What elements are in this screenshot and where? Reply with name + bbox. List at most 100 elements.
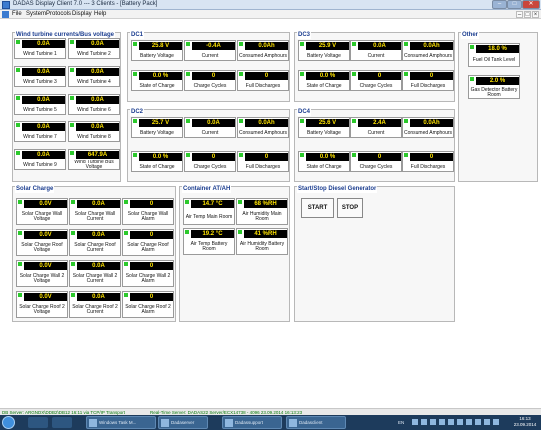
tray-icon[interactable] [457,419,463,425]
value-display: 0 [358,72,401,80]
gauge-label: Gas Detector Battery Room [470,86,518,98]
tray-icon[interactable] [466,419,472,425]
tray-icon[interactable] [421,419,427,425]
fuel-oil-tank-gauge: 18.0 % Fuel Oil Tank Level [468,43,520,67]
wind-turbine-9-gauge: 0.0A Wind Turbine 9 [14,149,66,170]
start-button[interactable] [2,416,15,429]
gauge-label: Wind Turbine 9 [23,161,57,168]
gauge-label: Wind Turbine 8 [77,133,111,140]
menu-protocols[interactable]: Protocols [46,11,71,17]
wind-turbine-8-gauge: 0.0A Wind Turbine 8 [68,121,120,142]
value-display: 0.0A [22,123,65,131]
state-of-charge-gauge: 0.0 % State of Charge [298,70,350,91]
taskbar-task[interactable]: Dadassupport [222,416,282,429]
status-led [70,96,74,100]
status-led [124,262,128,266]
status-led [133,153,137,157]
gauge-label: Battery Voltage [307,129,341,136]
value-display: 0.0A [22,40,65,48]
status-led [238,200,242,204]
status-led [239,72,243,76]
gauge-label: Charge Cycles [359,163,393,170]
clock-date: 23.09.2014 [513,422,537,427]
air-humidity-main-gauge: 68 %RH Air Humidity Main Room [236,198,288,225]
gauge-label: State of Charge [306,82,342,89]
gauge-label: Solar Charge Wall 2 Alarm [125,273,171,284]
battery-voltage-gauge: 25.6 V Battery Voltage [298,117,350,138]
full-discharges-gauge: 0 Full Discharges [402,70,454,91]
task-label: Windows Task M... [99,420,137,425]
volume-icon[interactable] [484,419,490,425]
wind-turbine-2-gauge: 0.0A Wind Turbine 2 [68,38,120,59]
gauge-label: State of Charge [139,82,175,89]
dc3-panel: DC3 25.9 V Battery Voltage 0.0A Current 0.… [294,32,455,102]
minimize-button[interactable]: – [492,0,507,9]
status-led [70,40,74,44]
gauge-label: Battery Voltage [140,129,174,136]
flag-icon[interactable] [493,419,499,425]
maximize-button[interactable]: □ [507,0,522,9]
value-display: 0 [410,72,453,80]
value-display: 0 [130,262,173,270]
value-display: 0 [410,153,453,161]
mdi-close-button[interactable]: × [532,11,539,18]
menu-system[interactable]: System [26,11,46,17]
panel-title: Container AT/AH [182,186,232,193]
browser-icon[interactable] [28,417,48,428]
value-display: 0.0A [22,151,65,159]
state-of-charge-gauge: 0.0 % State of Charge [131,151,183,172]
language-indicator[interactable]: EN [398,415,404,430]
status-led [16,40,20,44]
state-of-charge-gauge: 0.0 % State of Charge [131,70,183,91]
clock[interactable]: 16:13 23.09.2014 [512,416,538,428]
gauge-label: Consumed Amphours [238,52,288,59]
tray-icon[interactable] [412,419,418,425]
taskbar-task[interactable]: Dadaserver [158,416,208,429]
folder-icon[interactable] [52,417,72,428]
network-icon[interactable] [475,419,481,425]
menu-file[interactable]: File [12,11,22,17]
start-button[interactable]: START [301,198,334,218]
tray-icon[interactable] [430,419,436,425]
consumed-amphours-gauge: 0.0Ah Consumed Amphours [402,117,454,138]
status-led [404,42,408,46]
gauge-label: Solar Charge Wall 2 Current [72,273,118,284]
status-bar: DB Server: ARGNDX\DDB2\DB12 16:11 via TC… [0,408,541,415]
taskbar-task[interactable]: Dadasclient [286,416,346,429]
taskbar-task[interactable]: Windows Task M... [86,416,156,429]
gas-detector-gauge: 2.0 % Gas Detector Battery Room [468,75,520,99]
value-display: 0.0A [76,96,119,104]
consumed-amphours-gauge: 0.0Ah Consumed Amphours [402,40,454,61]
status-led [16,123,20,127]
menu-help[interactable]: Help [94,11,106,17]
close-button[interactable]: ✕ [522,0,540,9]
solar-wall-voltage-gauge: 0.0V Solar Charge Wall Voltage [16,198,68,225]
charge-cycles-gauge: 0 Charge Cycles [184,70,236,91]
menu-display[interactable]: Display [72,11,92,17]
solar-roof-current-gauge: 0.0A Solar Charge Roof Current [69,229,121,256]
panel-title: DC4 [297,109,312,116]
mdi-restore-button[interactable]: □ [524,11,531,18]
value-display: 647.9A [76,151,119,159]
status-led [70,151,74,155]
status-led [300,119,304,123]
title-bar: DADAS Display Client 7.0 --- 3 Clients -… [0,0,541,10]
tray-icon[interactable] [439,419,445,425]
mdi-minimize-button[interactable]: – [516,11,523,18]
value-display: 0.0Ah [410,42,453,50]
dc1-panel: DC1 25.8 V Battery Voltage -0.4A Current 0… [127,32,290,102]
panel-title: DC3 [297,32,312,39]
status-led [404,153,408,157]
stop-button[interactable]: STOP [337,198,363,218]
status-led [124,293,128,297]
charge-cycles-gauge: 0 Charge Cycles [184,151,236,172]
gauge-label: Wind Turbine 1 [23,50,57,57]
document-icon[interactable] [2,11,9,18]
status-led [124,231,128,235]
value-display: 0.0A [77,293,120,301]
value-display: 25.8 V [139,42,182,50]
gauge-label: Wind Turbine Bus Voltage [74,160,114,170]
solar-roof-alarm-gauge: 0 Solar Charge Roof Alarm [122,229,174,256]
air-temp-main-gauge: 14.7 °C Air Temp Main Room [183,198,235,225]
tray-icon[interactable] [448,419,454,425]
